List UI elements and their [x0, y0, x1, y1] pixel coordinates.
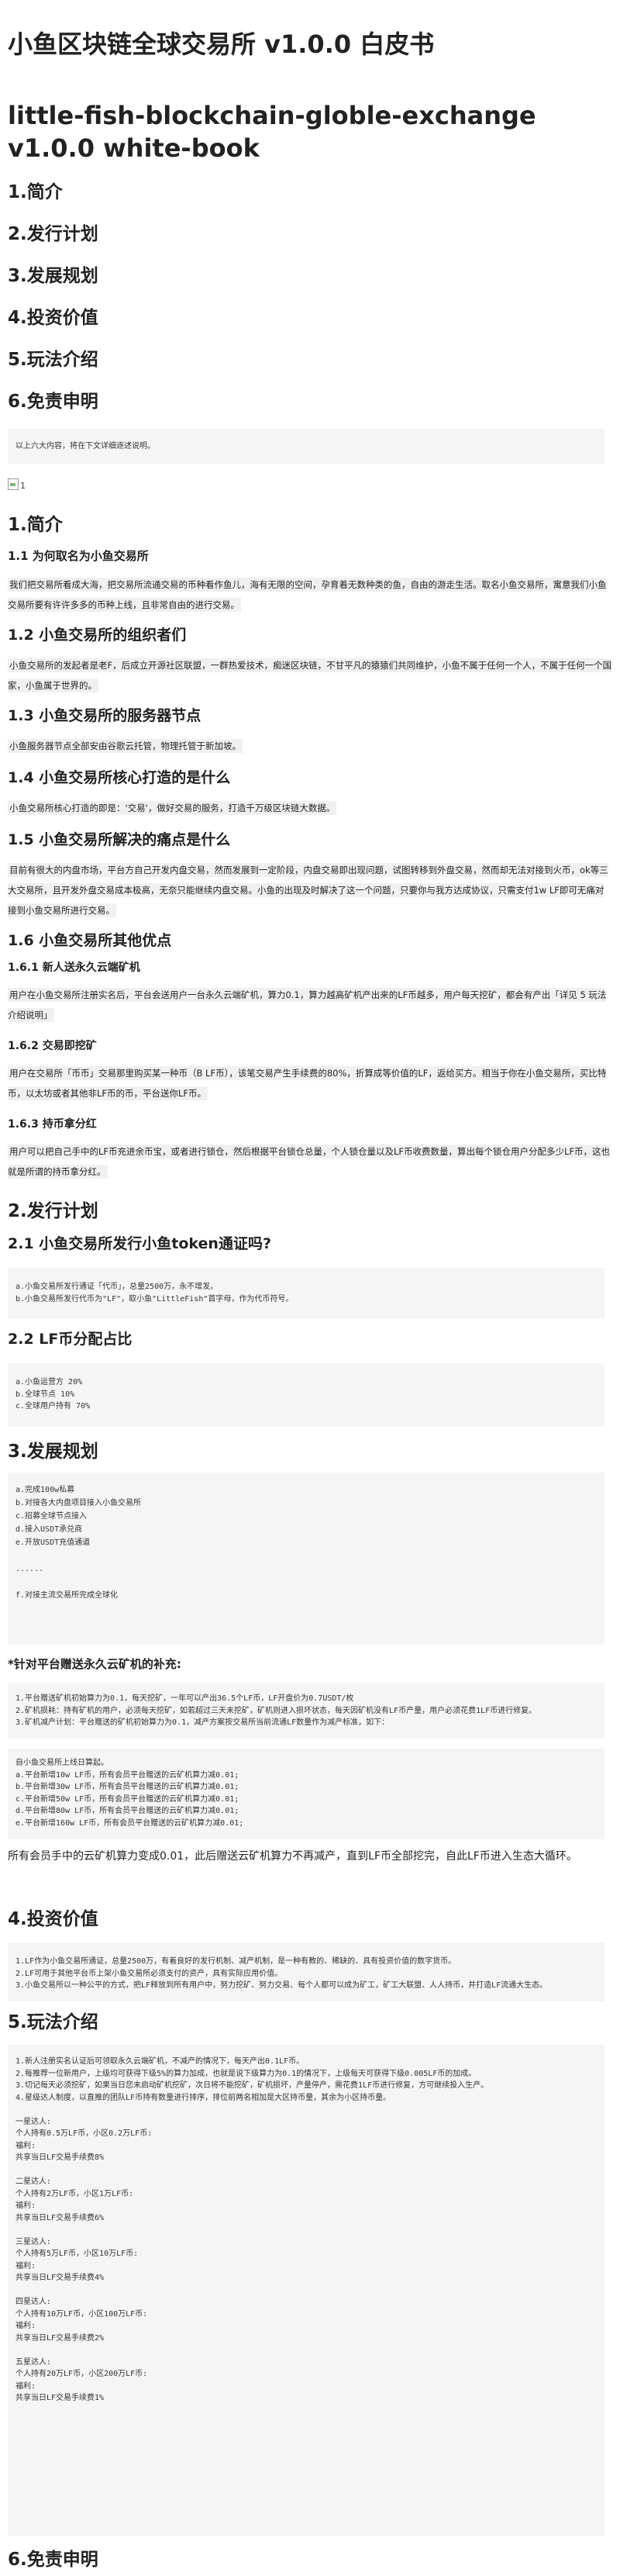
section-1-1-heading: 1.1 为何取名为小鱼交易所 [8, 549, 149, 563]
document-title-en: little-fish-blockchain-globle-exchange v… [8, 101, 536, 163]
document-title: 小鱼区块链全球交易所 v1.0.0 白皮书 [8, 29, 435, 59]
section-1-6-1-text-content: 用户在小鱼交易所注册实名后，平台会送用户一台永久云端矿机，算力0.1，算力越高矿… [8, 988, 607, 1022]
toc-item-dev: 3.发展规划 [8, 266, 98, 286]
toc-item-intro: 1.简介 [8, 182, 63, 202]
section-1-2-heading: 1.2 小鱼交易所的组织者们 [8, 627, 187, 644]
section-1-1-text: 我们把交易所看成大海，把交易所流通交易的币种看作鱼儿，海有无限的空间，孕育着无数… [8, 575, 612, 615]
section-1-4-text: 小鱼交易所核心打造的即是：'交易'，做好交易的服务，打造千万级区块链大数据。 [8, 798, 612, 818]
section-2-1-code: a.小鱼交易所发行通证「代币」，总量2500万，永不增发。 b.小鱼交易所发行代… [8, 1268, 604, 1318]
section-1-2-text: 小鱼交易所的发起者是老F，后成立开源社区联盟，一群热爱技术，痴迷区块链，不甘平凡… [8, 655, 612, 696]
section-1-6-2-text: 用户在交易所「币币」交易那里购买某一种币（B LF币），该笔交易产生手续费的80… [8, 1063, 612, 1103]
section-1-2-text-content: 小鱼交易所的发起者是老F，后成立开源社区联盟，一群热爱技术，痴迷区块链，不甘平凡… [8, 658, 612, 692]
section-1-5-text: 目前有很大的内盘市场，平台方自己开发内盘交易，然而发展到一定阶段，内盘交易即出现… [8, 860, 612, 920]
section-invest-heading: 4.投资价值 [8, 1909, 98, 1929]
section-1-1-text-content: 我们把交易所看成大海，把交易所流通交易的币种看作鱼儿，海有无限的空间，孕育着无数… [8, 578, 607, 612]
section-dev-heading: 3.发展规划 [8, 1442, 98, 1462]
section-intro-heading: 1.简介 [8, 515, 63, 535]
section-issue-heading: 2.发行计划 [8, 1201, 98, 1221]
section-1-6-3-text-content: 用户可以把自己手中的LF币充进余币宝，或者进行锁仓，然后根据平台锁仓总量，个人锁… [8, 1145, 611, 1179]
section-1-4-text-content: 小鱼交易所核心打造的即是：'交易'，做好交易的服务，打造千万级区块链大数据。 [8, 801, 337, 815]
miner-conclusion-text: 所有会员手中的云矿机算力变成0.01，此后赠送云矿机算力不再减产，直到LF币全部… [8, 1850, 577, 1863]
toc-item-invest: 4.投资价值 [8, 308, 98, 328]
section-play-heading: 5.玩法介绍 [8, 2012, 98, 2032]
section-2-2-heading: 2.2 LF币分配占比 [8, 1331, 133, 1348]
section-1-6-3-heading: 1.6.3 持币拿分红 [8, 1118, 97, 1131]
miner-supplement-heading: *针对平台赠送永久云矿机的补充: [8, 1657, 181, 1671]
section-1-5-heading: 1.5 小鱼交易所解决的痛点是什么 [8, 831, 231, 848]
miner-rules-code: 1.平台赠送矿机初始算力为0.1，每天挖矿，一年可以产出36.5个LF币，LF开… [8, 1683, 604, 1739]
toc-item-disclaimer: 6.免责申明 [8, 392, 98, 412]
section-invest-code: 1.LF作为小鱼交易所通证，总量2500万，有着良好的发行机制、减产机制，是一种… [8, 1942, 604, 2001]
section-1-6-2-text-content: 用户在交易所「币币」交易那里购买某一种币（B LF币），该笔交易产生手续费的80… [8, 1066, 607, 1100]
section-1-5-text-content: 目前有很大的内盘市场，平台方自己开发内盘交易，然而发展到一定阶段，内盘交易即出现… [8, 863, 608, 917]
toc-note: 以上六大内容，将在下文详细逐述说明。 [8, 429, 604, 464]
section-1-3-heading: 1.3 小鱼交易所的服务器节点 [8, 707, 202, 724]
section-1-3-text: 小鱼服务器节点全部安由谷歌云托管，物理托管于新加坡。 [8, 736, 612, 756]
section-dev-code: a.完成100w私募 b.对接各大内盘项目接入小鱼交易所 c.招募全球节点接入 … [8, 1473, 604, 1645]
section-disclaimer-heading: 6.免责申明 [8, 2550, 98, 2570]
broken-image: 1 [8, 478, 26, 492]
section-1-6-heading: 1.6 小鱼交易所其他优点 [8, 932, 172, 949]
section-2-1-heading: 2.1 小鱼交易所发行小鱼token通证吗? [8, 1235, 271, 1252]
section-1-4-heading: 1.4 小鱼交易所核心打造的是什么 [8, 769, 231, 786]
miner-reduction-code: 自小鱼交易所上线日算起。 a.平台新增10w LF币，所有会员平台赠送的云矿机算… [8, 1749, 604, 1839]
section-1-3-text-content: 小鱼服务器节点全部安由谷歌云托管，物理托管于新加坡。 [8, 739, 243, 753]
image-icon [8, 478, 19, 490]
section-1-6-1-heading: 1.6.1 新人送永久云端矿机 [8, 962, 140, 974]
section-1-6-3-text: 用户可以把自己手中的LF币充进余币宝，或者进行锁仓，然后根据平台锁仓总量，个人锁… [8, 1141, 612, 1182]
toc-item-play: 5.玩法介绍 [8, 350, 98, 370]
toc-item-issue: 2.发行计划 [8, 224, 98, 244]
section-2-2-code: a.小鱼运营方 20% b.全球节点 10% c.全球用户持有 70% [8, 1363, 604, 1427]
section-1-6-1-text: 用户在小鱼交易所注册实名后，平台会送用户一台永久云端矿机，算力0.1，算力越高矿… [8, 985, 612, 1025]
section-play-code: 1.新人注册实名认证后可领取永久云端矿机，不减产的情况下，每天产出0.1LF币。… [8, 2045, 604, 2536]
image-alt-text: 1 [20, 481, 26, 491]
section-1-6-2-heading: 1.6.2 交易即挖矿 [8, 1040, 97, 1052]
whitepaper-document: 小鱼区块链全球交易所 v1.0.0 白皮书 little-fish-blockc… [0, 0, 620, 2576]
